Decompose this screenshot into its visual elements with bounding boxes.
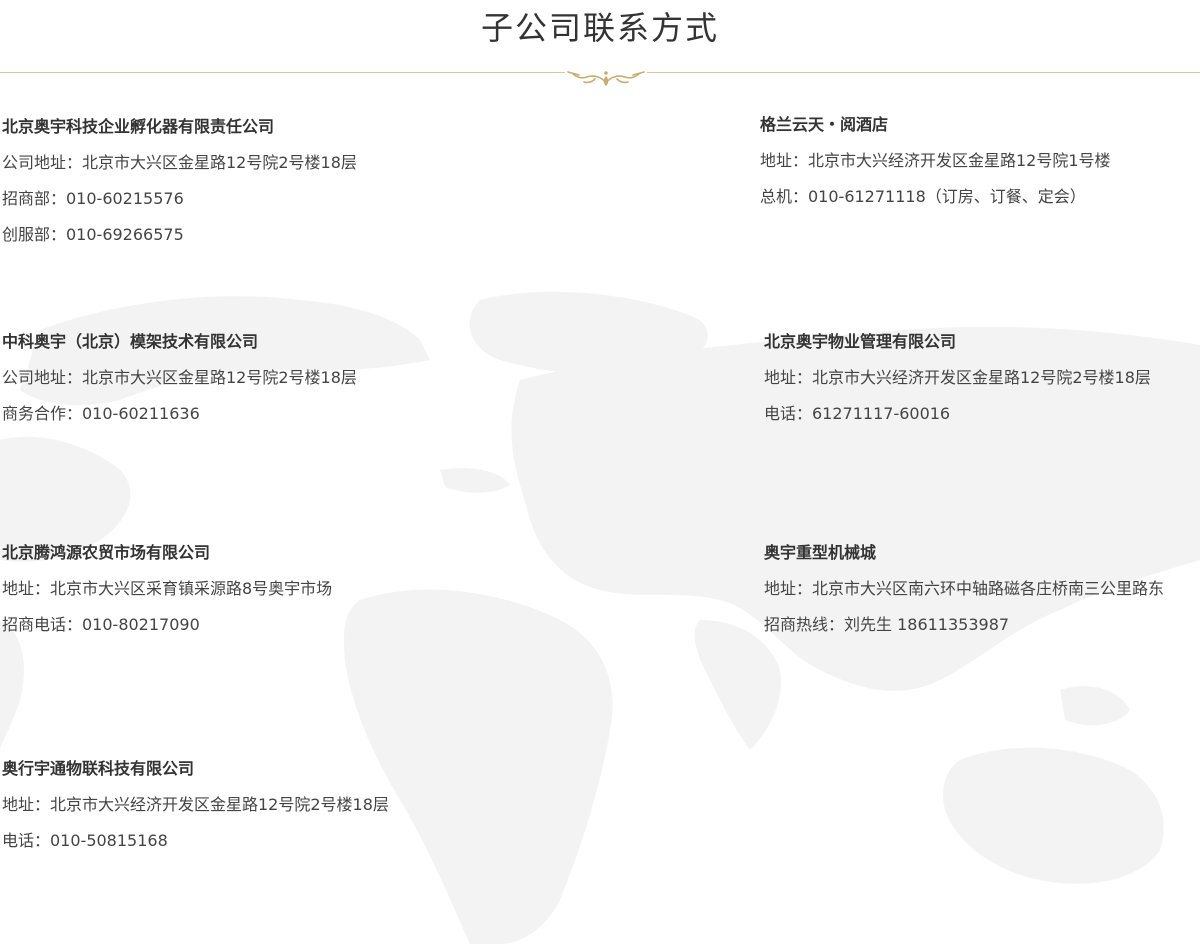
company-card: 奥行宇通物联科技有限公司 地址：北京市大兴经济开发区金星路12号院2号楼18层 … bbox=[2, 759, 442, 867]
subsidiary-contact-list: 北京奥宇科技企业孵化器有限责任公司 公司地址：北京市大兴区金星路12号院2号楼1… bbox=[0, 0, 1200, 944]
company-address: 地址：北京市大兴区采育镇采源路8号奥宇市场 bbox=[2, 579, 333, 598]
company-name: 北京奥宇科技企业孵化器有限责任公司 bbox=[2, 117, 275, 136]
company-name: 北京奥宇物业管理有限公司 bbox=[764, 332, 957, 351]
company-address: 地址：北京市大兴经济开发区金星路12号院2号楼18层 bbox=[2, 795, 389, 814]
company-card: 北京奥宇物业管理有限公司 地址：北京市大兴经济开发区金星路12号院2号楼18层 … bbox=[764, 332, 1200, 440]
company-card: 北京奥宇科技企业孵化器有限责任公司 公司地址：北京市大兴区金星路12号院2号楼1… bbox=[2, 117, 442, 261]
company-name: 北京腾鸿源农贸市场有限公司 bbox=[2, 543, 211, 562]
company-card: 北京腾鸿源农贸市场有限公司 地址：北京市大兴区采育镇采源路8号奥宇市场 招商电话… bbox=[2, 543, 442, 651]
company-address: 地址：北京市大兴区南六环中轴路磁各庄桥南三公里路东 bbox=[764, 579, 1165, 598]
company-phone: 总机：010-61271118（订房、订餐、定会） bbox=[760, 187, 1086, 206]
company-phone: 招商部：010-60215576 bbox=[2, 189, 184, 208]
company-address: 公司地址：北京市大兴区金星路12号院2号楼18层 bbox=[2, 153, 357, 172]
company-address: 地址：北京市大兴经济开发区金星路12号院2号楼18层 bbox=[764, 368, 1151, 387]
company-phone: 招商热线：刘先生 18611353987 bbox=[764, 615, 1010, 634]
company-phone: 电话：61271117-60016 bbox=[764, 404, 951, 423]
company-phone: 电话：010-50815168 bbox=[2, 831, 168, 850]
company-address: 公司地址：北京市大兴区金星路12号院2号楼18层 bbox=[2, 368, 357, 387]
company-name: 奥行宇通物联科技有限公司 bbox=[2, 759, 195, 778]
company-name: 格兰云天・阅酒店 bbox=[760, 115, 889, 134]
company-card: 中科奥宇（北京）模架技术有限公司 公司地址：北京市大兴区金星路12号院2号楼18… bbox=[2, 332, 442, 440]
company-phone: 创服部：010-69266575 bbox=[2, 225, 184, 244]
company-card: 奥宇重型机械城 地址：北京市大兴区南六环中轴路磁各庄桥南三公里路东 招商热线：刘… bbox=[764, 543, 1200, 651]
company-name: 中科奥宇（北京）模架技术有限公司 bbox=[2, 332, 259, 351]
company-phone: 招商电话：010-80217090 bbox=[2, 615, 200, 634]
company-card: 格兰云天・阅酒店 地址：北京市大兴经济开发区金星路12号院1号楼 总机：010-… bbox=[760, 115, 1200, 223]
company-name: 奥宇重型机械城 bbox=[764, 543, 877, 562]
company-phone: 商务合作：010-60211636 bbox=[2, 404, 200, 423]
company-address: 地址：北京市大兴经济开发区金星路12号院1号楼 bbox=[760, 151, 1111, 170]
